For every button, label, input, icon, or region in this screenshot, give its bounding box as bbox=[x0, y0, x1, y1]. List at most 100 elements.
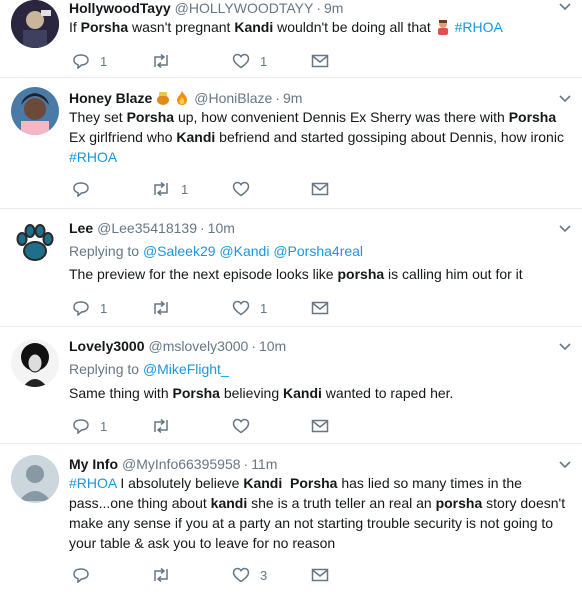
mention-link[interactable]: @Porsha4real bbox=[273, 243, 363, 259]
chevron-down-icon[interactable] bbox=[558, 94, 572, 104]
honey-pot-emoji-icon bbox=[155, 90, 171, 106]
mention-link[interactable]: @Saleek29 bbox=[143, 243, 216, 259]
avatar[interactable] bbox=[11, 0, 59, 48]
reply-count: 1 bbox=[100, 53, 108, 69]
tweet-actions: 1 1 bbox=[69, 51, 369, 71]
reply-button[interactable]: 1 bbox=[72, 51, 107, 71]
tweet[interactable]: Honey Blaze @HoniBlaze · 9m They set Porsha… bbox=[0, 78, 582, 209]
tweet-text: Same thing with Porsha believing Kandi w… bbox=[69, 385, 454, 401]
timestamp[interactable]: 10m bbox=[259, 338, 286, 354]
direct-message-button[interactable] bbox=[311, 51, 329, 71]
reply-button[interactable] bbox=[72, 179, 100, 199]
display-name[interactable]: Honey Blaze bbox=[69, 90, 152, 106]
reply-icon bbox=[73, 182, 89, 197]
separator-dot: · bbox=[275, 90, 280, 106]
retweet-icon bbox=[154, 181, 168, 197]
like-button[interactable]: 1 bbox=[232, 298, 267, 318]
tweet-actions: 1 bbox=[69, 416, 369, 436]
reply-button[interactable]: 1 bbox=[72, 416, 107, 436]
hashtag-link[interactable]: #RHOA bbox=[69, 475, 116, 491]
retweet-button[interactable] bbox=[151, 298, 181, 318]
envelope-icon bbox=[311, 301, 329, 315]
reply-count: 1 bbox=[100, 418, 108, 434]
retweet-icon bbox=[154, 53, 168, 69]
retweet-icon bbox=[154, 567, 168, 583]
chevron-down-icon[interactable] bbox=[558, 224, 572, 234]
direct-message-button[interactable] bbox=[311, 565, 329, 585]
tweet-text: If Porsha wasn't pregnant Kandi wouldn't… bbox=[69, 19, 503, 35]
person-gesturing-emoji-icon bbox=[435, 19, 451, 35]
timestamp[interactable]: 10m bbox=[208, 220, 235, 236]
avatar[interactable] bbox=[11, 87, 59, 135]
like-button[interactable]: 1 bbox=[232, 51, 267, 71]
like-button[interactable] bbox=[232, 416, 260, 436]
display-name[interactable]: Lovely3000 bbox=[69, 338, 145, 354]
retweet-button[interactable] bbox=[151, 51, 181, 71]
user-handle[interactable]: @HOLLYWOODTAYY bbox=[175, 0, 314, 16]
reply-button[interactable] bbox=[72, 565, 100, 585]
heart-icon bbox=[232, 53, 250, 69]
tweet-text: They set Porsha up, how convenient Denni… bbox=[69, 109, 564, 165]
like-button[interactable] bbox=[232, 179, 260, 199]
mention-link[interactable]: @Kandi bbox=[219, 243, 269, 259]
chevron-down-icon[interactable] bbox=[558, 342, 572, 352]
retweet-button[interactable] bbox=[151, 565, 181, 585]
tweet-actions: 1 1 bbox=[69, 298, 369, 318]
retweet-button[interactable]: 1 bbox=[151, 179, 188, 199]
separator-dot: · bbox=[199, 220, 205, 236]
tweet-actions: 3 bbox=[69, 565, 369, 585]
envelope-icon bbox=[311, 419, 329, 433]
reply-count: 1 bbox=[100, 300, 108, 316]
envelope-icon bbox=[311, 54, 329, 68]
tweet[interactable]: HollywoodTayy @HOLLYWOODTAYY · 9m If Porsha… bbox=[0, 0, 582, 78]
display-name[interactable]: Lee bbox=[69, 220, 93, 236]
display-name[interactable]: HollywoodTayy bbox=[69, 0, 171, 16]
tweet[interactable]: Lovely3000 @mslovely3000 · 10m Replying to … bbox=[0, 327, 582, 444]
reply-context: Replying to @Saleek29 @Kandi @Porsha4rea… bbox=[69, 243, 364, 259]
like-count: 1 bbox=[260, 53, 268, 69]
timestamp[interactable]: 11m bbox=[251, 456, 277, 472]
reply-context: Replying to @MikeFlight_ bbox=[69, 361, 229, 377]
reply-button[interactable]: 1 bbox=[72, 298, 107, 318]
tweet-text: The preview for the next episode looks l… bbox=[69, 266, 523, 282]
direct-message-button[interactable] bbox=[311, 298, 329, 318]
chevron-down-icon[interactable] bbox=[558, 2, 572, 12]
retweet-icon bbox=[154, 300, 168, 316]
user-handle[interactable]: @Lee35418139 bbox=[97, 220, 197, 236]
separator-dot: · bbox=[316, 0, 322, 16]
avatar[interactable] bbox=[11, 455, 59, 503]
user-handle[interactable]: @mslovely3000 bbox=[149, 338, 249, 354]
heart-icon bbox=[232, 300, 250, 316]
envelope-icon bbox=[311, 182, 329, 196]
avatar[interactable] bbox=[11, 219, 59, 267]
timestamp[interactable]: 9m bbox=[324, 0, 343, 16]
heart-icon bbox=[232, 418, 250, 434]
direct-message-button[interactable] bbox=[311, 416, 329, 436]
chevron-down-icon[interactable] bbox=[558, 460, 572, 470]
display-name[interactable]: My Info bbox=[69, 456, 118, 472]
retweet-count: 1 bbox=[181, 181, 189, 197]
envelope-icon bbox=[311, 568, 329, 582]
like-button[interactable]: 3 bbox=[232, 565, 267, 585]
retweet-button[interactable] bbox=[151, 416, 181, 436]
reply-icon bbox=[73, 419, 89, 434]
user-handle[interactable]: @MyInfo66395958 bbox=[122, 456, 241, 472]
tweet-header: Lovely3000 @mslovely3000 · 10m bbox=[69, 337, 286, 355]
timestamp[interactable]: 9m bbox=[283, 90, 302, 106]
hashtag-link[interactable]: #RHOA bbox=[69, 149, 117, 165]
mention-link[interactable]: @MikeFlight_ bbox=[143, 361, 229, 377]
tweet[interactable]: Lee @Lee35418139 · 10m Replying to @Saleek2… bbox=[0, 209, 582, 327]
avatar[interactable] bbox=[11, 339, 59, 387]
tweet-header: HollywoodTayy @HOLLYWOODTAYY · 9m bbox=[69, 0, 343, 17]
fire-emoji-icon bbox=[174, 90, 190, 106]
tweet-text: #RHOA I absolutely believe Kandi Porsha … bbox=[69, 475, 566, 551]
user-handle[interactable]: @HoniBlaze bbox=[194, 90, 272, 106]
tweet[interactable]: My Info @MyInfo66395958 · 11m #RHOA I absol… bbox=[0, 444, 582, 602]
direct-message-button[interactable] bbox=[311, 179, 329, 199]
separator-dot: · bbox=[251, 338, 256, 354]
hashtag-link[interactable]: #RHOA bbox=[455, 19, 503, 35]
tweet-header: Lee @Lee35418139 · 10m bbox=[69, 219, 235, 237]
reply-icon bbox=[73, 301, 89, 316]
heart-icon bbox=[232, 567, 250, 583]
reply-icon bbox=[73, 54, 89, 69]
